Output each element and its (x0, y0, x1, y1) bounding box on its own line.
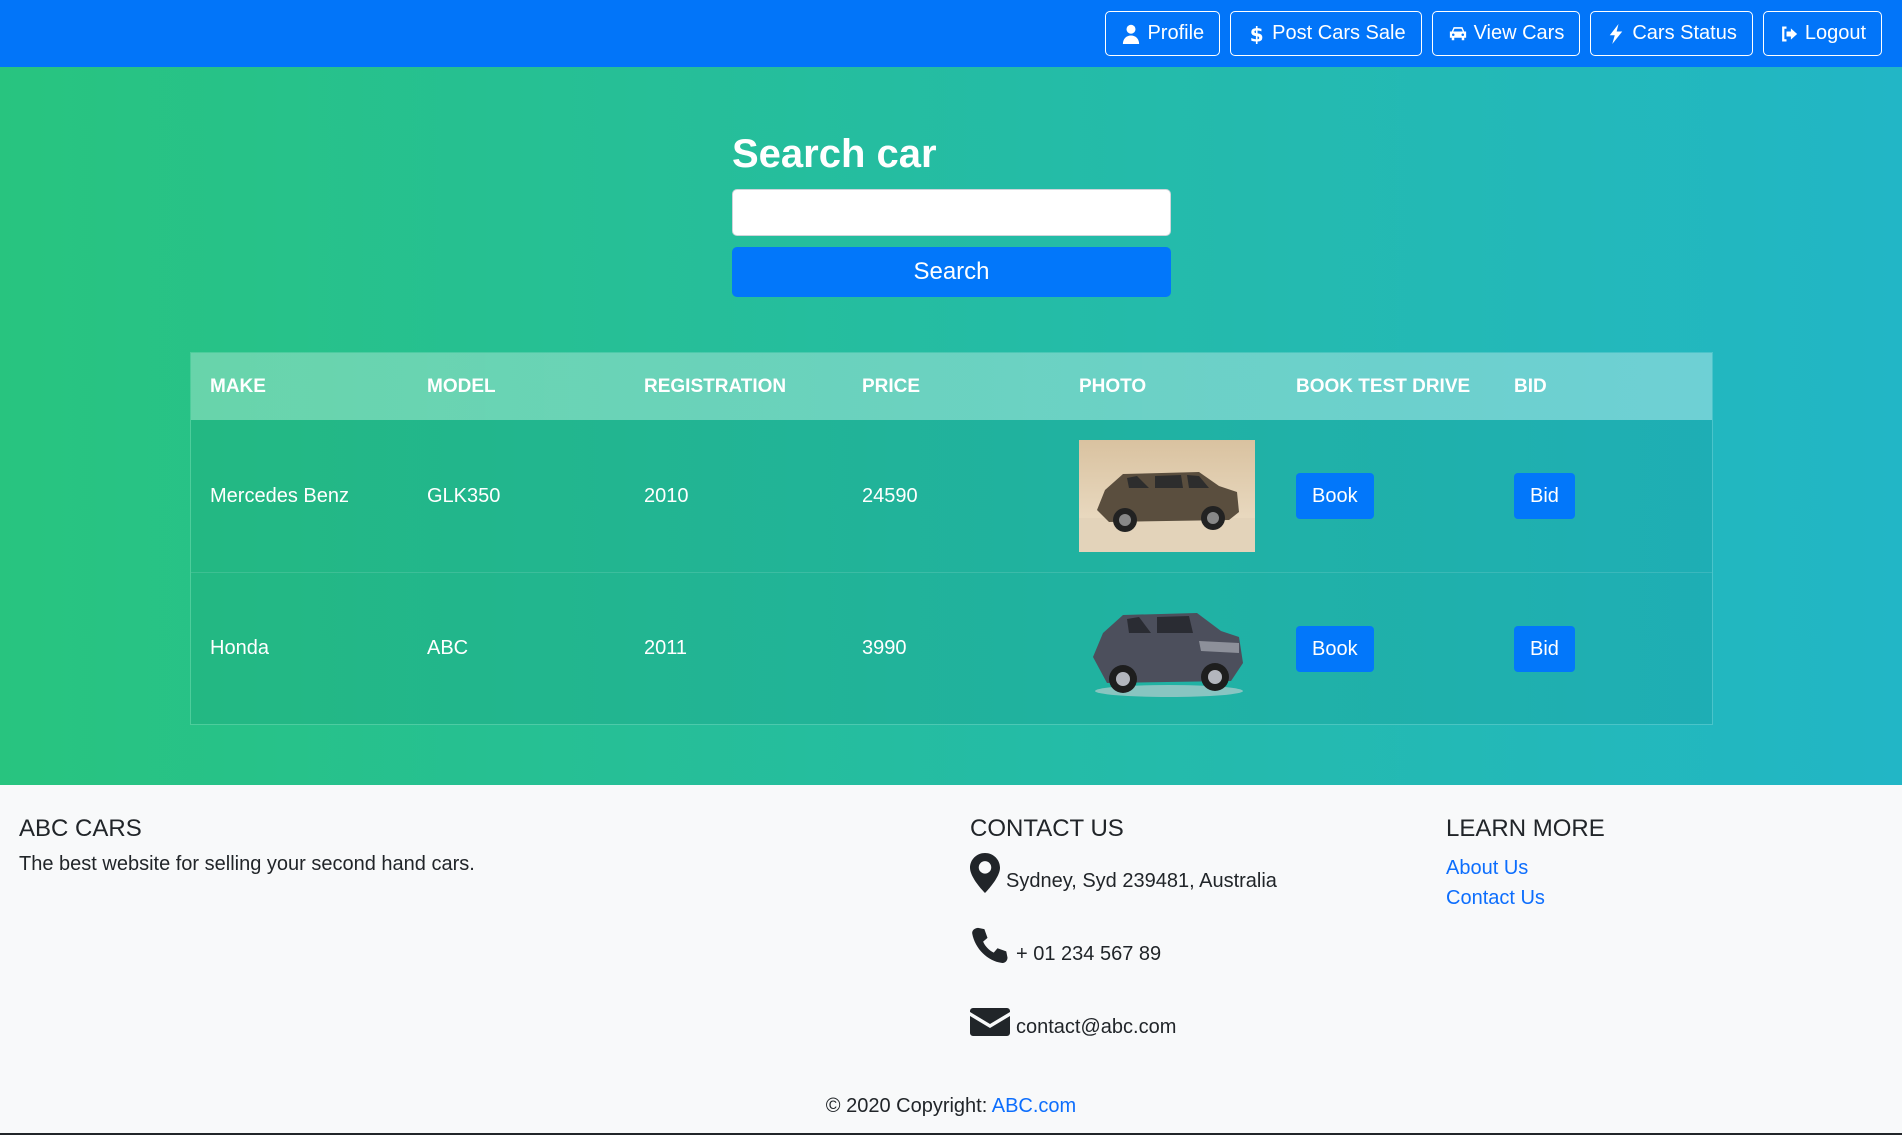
car-photo (1093, 612, 1243, 697)
map-marker-icon (970, 853, 1000, 893)
cell-price: 24590 (862, 484, 918, 507)
nav-profile-label: Profile (1147, 22, 1205, 44)
book-button[interactable]: Book (1296, 625, 1374, 672)
bid-button[interactable]: Bid (1514, 473, 1575, 519)
table-header-book-test-drive: BOOK TEST DRIVE (1296, 375, 1471, 397)
nav-view-cars-button[interactable]: View Cars (1431, 11, 1581, 56)
cars-table: MAKE MODEL REGISTRATION PRICE PHOTO BOOK… (190, 352, 1713, 725)
copyright-text: © 2020 Copyright: (825, 1095, 988, 1117)
cell-model: GLK350 (427, 484, 501, 507)
search-input[interactable] (732, 189, 1171, 236)
cell-bid: Bid (1495, 625, 1712, 672)
copyright: © 2020 Copyright: ABC.com (0, 1095, 1902, 1118)
table-header-price: PRICE (862, 375, 921, 397)
search-button[interactable]: Search (732, 247, 1171, 297)
footer-learn-more: LEARN MORE About Us Contact Us (1446, 815, 1846, 913)
bid-button[interactable]: Bid (1514, 625, 1575, 672)
cell-make: Honda (210, 637, 269, 659)
contact-phone: + 01 234 567 89 (970, 926, 1390, 966)
navbar: Profile $ Post Cars Sale View Cars Cars … (0, 0, 1902, 67)
footer-brand-text: The best website for selling your second… (19, 853, 475, 875)
nav-logout-label: Logout (1804, 22, 1866, 44)
dollar-icon: $ (1250, 24, 1264, 44)
nav-cars-status-label: Cars Status (1632, 22, 1737, 44)
footer-link-about-us[interactable]: About Us (1446, 853, 1846, 883)
hero-section: Search car Search MAKE MODEL REGISTRATIO… (0, 67, 1902, 785)
footer-link-contact-us[interactable]: Contact Us (1446, 883, 1846, 913)
user-icon (1123, 24, 1140, 44)
svg-text:$: $ (1250, 24, 1264, 44)
footer-brand: ABC CARS The best website for selling yo… (19, 815, 619, 876)
cell-book: Book (1277, 473, 1495, 519)
nav-logout-button[interactable]: Logout (1762, 11, 1882, 56)
nav-post-cars-sale-button[interactable]: $ Post Cars Sale (1230, 11, 1422, 56)
footer-contact-heading: CONTACT US (970, 815, 1124, 842)
contact-address: Sydney, Syd 239481, Australia (970, 853, 1390, 893)
table-header-model: MODEL (427, 375, 496, 397)
contact-phone-text: + 01 234 567 89 (1016, 943, 1162, 965)
book-button[interactable]: Book (1296, 473, 1374, 519)
logout-icon (1781, 26, 1797, 41)
table-header-registration: REGISTRATION (644, 375, 787, 397)
table-header-make: MAKE (210, 375, 266, 397)
contact-email-text: contact@abc.com (1016, 1016, 1177, 1038)
cell-model: ABC (427, 637, 469, 659)
nav-profile-button[interactable]: Profile (1105, 11, 1221, 56)
table-header-photo: PHOTO (1079, 375, 1147, 397)
table-header-bid: BID (1514, 375, 1547, 397)
bolt-icon (1610, 23, 1623, 44)
cell-make: Mercedes Benz (210, 484, 349, 507)
footer-contact: CONTACT US Sydney, Syd 239481, Australia… (970, 815, 1390, 1039)
search-form: Search car Search (732, 127, 1171, 297)
footer-learn-heading: LEARN MORE (1446, 815, 1605, 842)
contact-address-text: Sydney, Syd 239481, Australia (1006, 870, 1277, 892)
cell-bid: Bid (1495, 473, 1712, 519)
search-title: Search car (732, 132, 937, 176)
table-row: Mercedes Benz GLK350 2010 24590 Book Bid (191, 420, 1712, 572)
car-icon (1449, 26, 1466, 40)
cell-price: 3990 (862, 637, 907, 659)
footer: ABC CARS The best website for selling yo… (0, 785, 1902, 1135)
envelope-icon (970, 1008, 1010, 1036)
cell-registration: 2011 (644, 637, 688, 659)
copyright-link[interactable]: ABC.com (992, 1095, 1076, 1117)
nav-post-cars-sale-label: Post Cars Sale (1272, 22, 1406, 44)
cell-book: Book (1277, 625, 1495, 672)
nav-view-cars-label: View Cars (1473, 22, 1565, 44)
table-header-row: MAKE MODEL REGISTRATION PRICE PHOTO BOOK… (191, 353, 1712, 420)
footer-brand-heading: ABC CARS (19, 815, 142, 842)
cell-photo (1060, 440, 1277, 552)
nav-cars-status-button[interactable]: Cars Status (1590, 11, 1753, 56)
contact-email: contact@abc.com (970, 999, 1390, 1039)
cell-photo (1060, 593, 1277, 705)
phone-icon (972, 927, 1008, 963)
table-row: Honda ABC 2011 3990 Book Bid (191, 572, 1712, 724)
cell-registration: 2010 (644, 484, 689, 507)
car-photo (1079, 440, 1255, 552)
